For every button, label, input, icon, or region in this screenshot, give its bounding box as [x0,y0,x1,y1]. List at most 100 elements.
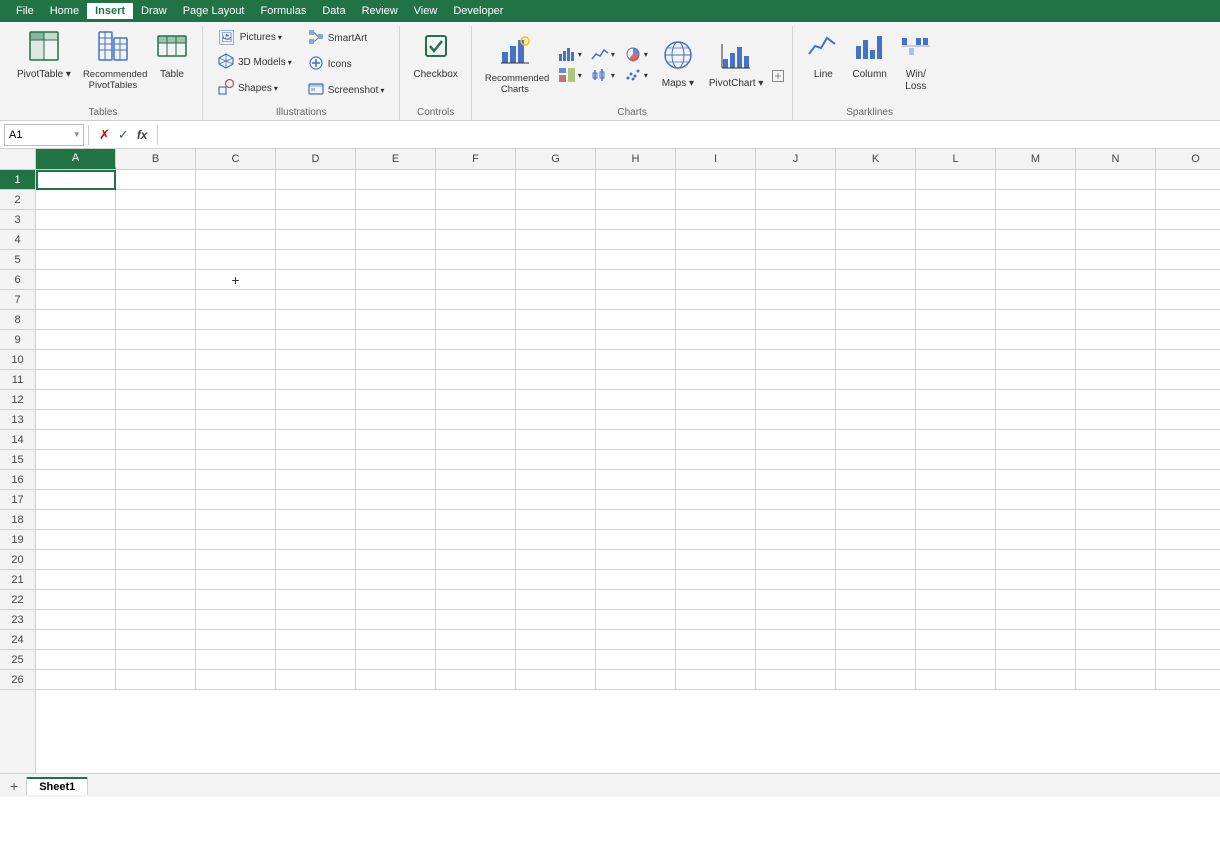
cell-J2[interactable] [756,190,836,210]
cell-A23[interactable] [36,610,116,630]
row-header-23[interactable]: 23 [0,610,35,630]
cell-I26[interactable] [676,670,756,690]
cell-G24[interactable] [516,630,596,650]
cell-L3[interactable] [916,210,996,230]
cell-E13[interactable] [356,410,436,430]
cell-D9[interactable] [276,330,356,350]
pictures-button[interactable]: 🖼 Pictures ▾ [211,26,299,49]
cell-C6[interactable]: + [196,270,276,290]
cell-E4[interactable] [356,230,436,250]
cell-M25[interactable] [996,650,1076,670]
cell-C26[interactable] [196,670,276,690]
cell-H25[interactable] [596,650,676,670]
cell-G25[interactable] [516,650,596,670]
cell-D8[interactable] [276,310,356,330]
cell-N6[interactable] [1076,270,1156,290]
cell-L19[interactable] [916,530,996,550]
cell-A9[interactable] [36,330,116,350]
cell-I16[interactable] [676,470,756,490]
cell-K15[interactable] [836,450,916,470]
row-header-19[interactable]: 19 [0,530,35,550]
cell-F26[interactable] [436,670,516,690]
cell-I23[interactable] [676,610,756,630]
cell-L10[interactable] [916,350,996,370]
cell-J13[interactable] [756,410,836,430]
pivot-chart-button[interactable]: PivotChart ▾ [704,35,768,95]
cell-D26[interactable] [276,670,356,690]
cell-K23[interactable] [836,610,916,630]
cell-H15[interactable] [596,450,676,470]
cell-N2[interactable] [1076,190,1156,210]
cell-C15[interactable] [196,450,276,470]
cell-F14[interactable] [436,430,516,450]
cell-B19[interactable] [116,530,196,550]
row-header-16[interactable]: 16 [0,470,35,490]
cell-L8[interactable] [916,310,996,330]
hierarchy-chart-button[interactable]: ▾ [554,65,586,85]
cell-C1[interactable] [196,170,276,190]
cell-L16[interactable] [916,470,996,490]
cell-L13[interactable] [916,410,996,430]
cell-F7[interactable] [436,290,516,310]
cell-J3[interactable] [756,210,836,230]
cell-F17[interactable] [436,490,516,510]
cell-L12[interactable] [916,390,996,410]
cell-D18[interactable] [276,510,356,530]
cell-G21[interactable] [516,570,596,590]
cell-H19[interactable] [596,530,676,550]
cell-O8[interactable] [1156,310,1220,330]
cell-N22[interactable] [1076,590,1156,610]
cell-F8[interactable] [436,310,516,330]
cell-D11[interactable] [276,370,356,390]
cell-B2[interactable] [116,190,196,210]
cell-H23[interactable] [596,610,676,630]
menu-review[interactable]: Review [354,3,406,19]
cell-N23[interactable] [1076,610,1156,630]
cell-I8[interactable] [676,310,756,330]
menu-view[interactable]: View [406,3,446,19]
cell-I2[interactable] [676,190,756,210]
smartart-button[interactable]: SmartArt [301,26,392,51]
cell-O6[interactable] [1156,270,1220,290]
cell-C4[interactable] [196,230,276,250]
row-header-8[interactable]: 8 [0,310,35,330]
cell-L7[interactable] [916,290,996,310]
cell-N20[interactable] [1076,550,1156,570]
recommended-pivot-tables-button[interactable]: RecommendedPivotTables [78,26,148,96]
cell-M21[interactable] [996,570,1076,590]
cell-H5[interactable] [596,250,676,270]
cell-O10[interactable] [1156,350,1220,370]
cell-O21[interactable] [1156,570,1220,590]
cell-F5[interactable] [436,250,516,270]
cell-L21[interactable] [916,570,996,590]
cell-N3[interactable] [1076,210,1156,230]
cell-K26[interactable] [836,670,916,690]
cell-K16[interactable] [836,470,916,490]
cell-O23[interactable] [1156,610,1220,630]
cell-I10[interactable] [676,350,756,370]
col-header-B[interactable]: B [116,149,196,169]
cell-C20[interactable] [196,550,276,570]
cell-A16[interactable] [36,470,116,490]
menu-draw[interactable]: Draw [133,3,175,19]
cell-B7[interactable] [116,290,196,310]
cell-N7[interactable] [1076,290,1156,310]
cell-L23[interactable] [916,610,996,630]
cell-K13[interactable] [836,410,916,430]
cell-J26[interactable] [756,670,836,690]
cell-N10[interactable] [1076,350,1156,370]
col-header-I[interactable]: I [676,149,756,169]
cell-O17[interactable] [1156,490,1220,510]
cell-M23[interactable] [996,610,1076,630]
cell-N1[interactable] [1076,170,1156,190]
cell-M20[interactable] [996,550,1076,570]
cell-G10[interactable] [516,350,596,370]
cell-K8[interactable] [836,310,916,330]
cell-F25[interactable] [436,650,516,670]
cell-C18[interactable] [196,510,276,530]
cell-F20[interactable] [436,550,516,570]
row-header-24[interactable]: 24 [0,630,35,650]
cell-N15[interactable] [1076,450,1156,470]
cell-K11[interactable] [836,370,916,390]
cell-D4[interactable] [276,230,356,250]
